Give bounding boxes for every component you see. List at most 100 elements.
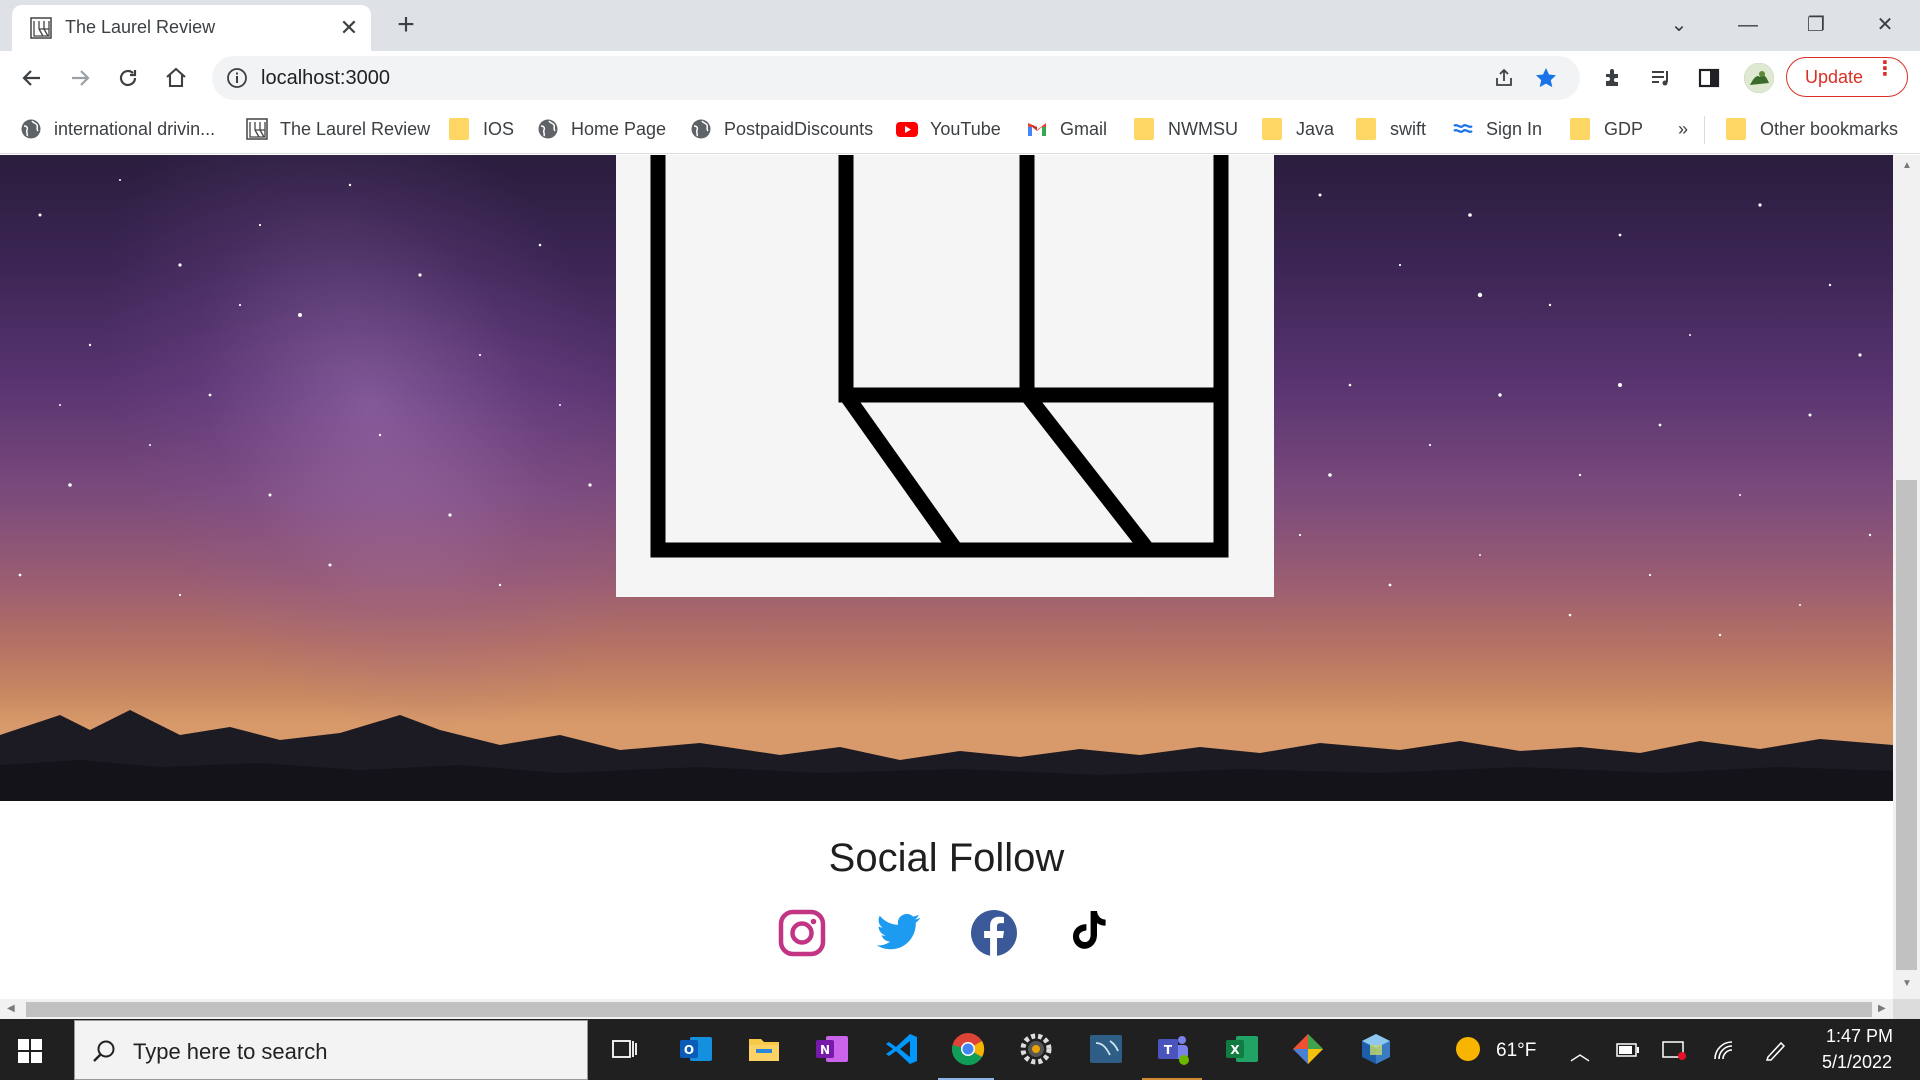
scroll-up-icon[interactable]: ▲ [1902,160,1912,171]
reload-icon [119,69,137,87]
puzzle-icon [1606,69,1618,86]
bookmark-international-driving[interactable]: international drivin... [20,114,215,144]
instagram-icon[interactable] [776,907,828,959]
bookmark-label: swift [1390,118,1426,139]
laurel-logo-icon [650,155,1229,558]
bookmark-folder-other[interactable]: Other bookmarks [1726,114,1898,144]
bookmark-youtube[interactable]: YouTube [896,114,1001,144]
tab-close-icon[interactable]: ✕ [336,15,362,41]
bookmark-folder-swift[interactable]: swift [1356,114,1426,144]
onenote-app[interactable]: N [812,1029,852,1069]
address-url[interactable]: localhost:3000 [261,67,390,90]
home-button[interactable] [158,60,194,96]
tab-search-icon[interactable]: ⌄ [1664,10,1694,40]
social-follow-heading: Social Follow [828,836,1065,880]
globe-icon [538,119,558,139]
folder-icon [1570,118,1590,140]
clock-date[interactable]: 5/1/2022 [1822,1052,1892,1073]
browser-tab[interactable]: The Laurel Review ✕ [12,5,371,51]
task-view-button[interactable] [604,1029,644,1069]
scroll-down-icon[interactable]: ▼ [1902,978,1912,989]
bookmark-folder-java[interactable]: Java [1262,114,1334,144]
bookmark-folder-nwmsu[interactable]: NWMSU [1134,114,1238,144]
scroll-left-icon[interactable]: ◀ [7,1003,15,1014]
update-button[interactable]: Update ⋮ [1786,57,1908,97]
bookmark-label: Gmail [1060,118,1108,139]
forward-button[interactable] [62,60,98,96]
windows-start-icon[interactable] [18,1039,42,1063]
bookmark-folder-ios[interactable]: IOS [449,114,514,144]
profile-avatar[interactable] [1744,63,1774,93]
excel-app[interactable]: X [1222,1029,1262,1069]
back-arrow-icon [22,70,40,86]
bookmark-label: The Laurel Review [280,118,431,139]
chrome-app[interactable] [948,1029,988,1069]
reload-button[interactable] [110,60,146,96]
outlook-icon: O [680,1037,712,1061]
folder-icon [1262,118,1282,140]
bookmark-postpaid-discounts[interactable]: PostpaidDiscounts [690,114,873,144]
bookmarks-separator [1704,116,1705,144]
horizontal-scroll-thumb[interactable] [26,1002,1872,1017]
bookmark-home-page[interactable]: Home Page [537,114,666,144]
close-window-button[interactable]: ✕ [1870,10,1900,40]
outlook-app[interactable]: O [676,1029,716,1069]
bookmark-label: Home Page [571,118,667,139]
clock-time[interactable]: 1:47 PM [1826,1026,1893,1047]
svg-text:O: O [684,1043,694,1057]
battery-icon[interactable] [1616,1043,1640,1057]
search-icon [93,1040,115,1062]
weather-widget[interactable] [1448,1029,1488,1069]
file-explorer-app[interactable] [744,1029,784,1069]
twitter-icon[interactable] [872,907,924,959]
bookmark-gmail[interactable]: Gmail [1026,114,1107,144]
bookmark-folder-gdp[interactable]: GDP [1570,114,1643,144]
menu-dots-icon[interactable]: ⋮ [1875,59,1895,79]
scrollbar-corner [1893,999,1920,1019]
minimize-button[interactable]: — [1733,10,1763,40]
laurel-review-logo [616,155,1274,597]
site-info-icon[interactable] [226,67,248,89]
teams-app[interactable]: T [1154,1029,1194,1069]
bookmark-star-icon[interactable] [1534,66,1558,90]
vertical-scroll-thumb[interactable] [1896,480,1917,970]
bookmarks-overflow-button[interactable]: » [1678,114,1688,144]
back-button[interactable] [14,60,50,96]
sun-icon [1456,1037,1480,1061]
address-bar[interactable]: localhost:3000 [212,56,1580,100]
git-icon [1293,1034,1323,1064]
folder-icon [449,118,469,140]
git-app[interactable] [1288,1029,1328,1069]
tab-title: The Laurel Review [65,17,216,37]
extensions-button[interactable] [1600,64,1628,92]
restore-button[interactable]: ❐ [1801,10,1831,40]
search-placeholder: Type here to search [133,1039,328,1064]
side-panel-icon [1698,68,1720,88]
bookmark-laurel-review[interactable]: The Laurel Review [246,114,430,144]
scroll-right-icon[interactable]: ▶ [1878,1003,1886,1014]
mysql-workbench-app[interactable] [1086,1029,1126,1069]
tray-chevron-icon[interactable]: ︿ [1570,1037,1590,1066]
tiktok-icon[interactable] [1062,907,1114,959]
vscode-app[interactable] [882,1029,922,1069]
youtube-icon [896,122,918,137]
folder-icon [749,1039,779,1061]
taskbar-search-box[interactable]: Type here to search [74,1020,588,1080]
media-controls-button[interactable] [1647,64,1675,92]
screen-record-icon[interactable] [1662,1039,1688,1061]
wifi-icon[interactable] [1712,1039,1736,1061]
new-tab-button[interactable]: + [390,10,422,42]
signin-icon [1453,124,1473,133]
weather-temperature[interactable]: 61°F [1496,1040,1536,1062]
facebook-icon[interactable] [968,907,1020,959]
side-panel-button[interactable] [1695,64,1723,92]
forward-arrow-icon [72,70,90,86]
pen-icon[interactable] [1764,1039,1788,1061]
bookmark-label: YouTube [930,118,1001,139]
bookmarks-bar: international drivin... The Laurel Revie… [0,104,1920,154]
settings-app[interactable] [1016,1029,1056,1069]
virtualbox-app[interactable] [1356,1029,1396,1069]
share-icon[interactable] [1492,66,1516,90]
bookmark-sign-in[interactable]: Sign In [1452,114,1542,144]
windows-taskbar: Type here to search O N T X 61°F ︿ 1:47 … [0,1019,1920,1080]
